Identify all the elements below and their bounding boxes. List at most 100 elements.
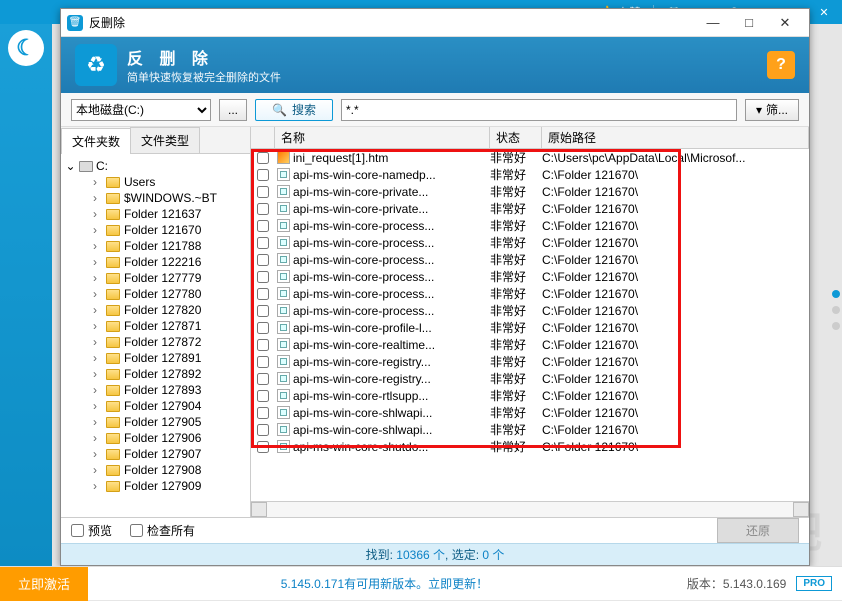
table-row[interactable]: api-ms-win-core-registry...非常好C:\Folder … [251,353,809,370]
filter-button[interactable]: ▾筛... [745,99,799,121]
tree-item[interactable]: ›Folder 127906 [63,430,248,446]
list-body[interactable]: ini_request[1].htm非常好C:\Users\pc\AppData… [251,149,809,501]
table-row[interactable]: api-ms-win-core-shlwapi...非常好C:\Folder 1… [251,421,809,438]
table-row[interactable]: api-ms-win-core-rtlsupp...非常好C:\Folder 1… [251,387,809,404]
horizontal-scrollbar[interactable] [251,501,809,517]
row-checkbox[interactable] [257,373,269,385]
drive-select[interactable]: 本地磁盘(C:) [71,99,211,121]
expand-icon[interactable]: › [93,239,102,253]
table-row[interactable]: api-ms-win-core-realtime...非常好C:\Folder … [251,336,809,353]
table-row[interactable]: api-ms-win-core-process...非常好C:\Folder 1… [251,268,809,285]
tree-item[interactable]: ›Folder 122216 [63,254,248,270]
expand-icon[interactable]: › [93,399,102,413]
col-path[interactable]: 原始路径 [542,127,809,148]
tree-item[interactable]: ›Users [63,174,248,190]
row-checkbox[interactable] [257,322,269,334]
restore-button[interactable]: 还原 [717,518,799,543]
expand-icon[interactable]: › [93,431,102,445]
search-button[interactable]: 🔍搜索 [255,99,333,121]
tree-item[interactable]: ›Folder 127909 [63,478,248,494]
tree-item[interactable]: ›Folder 127780 [63,286,248,302]
expand-icon[interactable]: › [93,271,102,285]
expand-icon[interactable]: › [93,207,102,221]
table-row[interactable]: ini_request[1].htm非常好C:\Users\pc\AppData… [251,149,809,166]
expand-icon[interactable]: › [93,255,102,269]
expand-icon[interactable]: › [93,479,102,493]
tree-item[interactable]: ›$WINDOWS.~BT [63,190,248,206]
expand-icon[interactable]: › [93,303,102,317]
row-checkbox[interactable] [257,339,269,351]
collapse-icon[interactable]: ⌄ [65,159,76,173]
tree-item[interactable]: ›Folder 127904 [63,398,248,414]
tree-item[interactable]: ›Folder 121637 [63,206,248,222]
row-checkbox[interactable] [257,390,269,402]
tree-item[interactable]: ›Folder 127779 [63,270,248,286]
tree-item[interactable]: ›Folder 127872 [63,334,248,350]
row-checkbox[interactable] [257,186,269,198]
row-checkbox[interactable] [257,271,269,283]
tree-item[interactable]: ›Folder 127905 [63,414,248,430]
table-row[interactable]: api-ms-win-core-namedp...非常好C:\Folder 12… [251,166,809,183]
table-row[interactable]: api-ms-win-core-process...非常好C:\Folder 1… [251,285,809,302]
table-row[interactable]: api-ms-win-core-profile-l...非常好C:\Folder… [251,319,809,336]
expand-icon[interactable]: › [93,415,102,429]
col-status[interactable]: 状态 [490,127,542,148]
table-row[interactable]: api-ms-win-core-process...非常好C:\Folder 1… [251,234,809,251]
col-name[interactable]: 名称 [275,127,490,148]
tree-item[interactable]: ›Folder 127820 [63,302,248,318]
row-checkbox[interactable] [257,254,269,266]
tab-file-type[interactable]: 文件类型 [130,127,200,153]
table-row[interactable]: api-ms-win-core-process...非常好C:\Folder 1… [251,217,809,234]
tree-item[interactable]: ›Folder 121788 [63,238,248,254]
dialog-maximize-button[interactable]: □ [731,12,767,34]
row-checkbox[interactable] [257,152,269,164]
row-checkbox[interactable] [257,407,269,419]
tree-item[interactable]: ›Folder 121670 [63,222,248,238]
pattern-input[interactable] [341,99,737,121]
tab-folder-count[interactable]: 文件夹数 [61,128,131,154]
close-button[interactable]: ✕ [810,3,838,21]
dialog-close-button[interactable]: ✕ [767,12,803,34]
banner-help-button[interactable]: ? [767,51,795,79]
expand-icon[interactable]: › [93,463,102,477]
expand-icon[interactable]: › [93,191,102,205]
table-row[interactable]: api-ms-win-core-process...非常好C:\Folder 1… [251,251,809,268]
dialog-minimize-button[interactable]: — [695,12,731,34]
table-row[interactable]: api-ms-win-core-registry...非常好C:\Folder … [251,370,809,387]
row-checkbox[interactable] [257,203,269,215]
expand-icon[interactable]: › [93,287,102,301]
folder-tree[interactable]: ⌄ C: ›Users›$WINDOWS.~BT›Folder 121637›F… [61,154,250,517]
row-checkbox[interactable] [257,237,269,249]
preview-checkbox[interactable]: 预览 [71,522,112,539]
expand-icon[interactable]: › [93,335,102,349]
expand-icon[interactable]: › [93,367,102,381]
tree-item[interactable]: ›Folder 127891 [63,350,248,366]
table-row[interactable]: api-ms-win-core-process...非常好C:\Folder 1… [251,302,809,319]
check-all-checkbox[interactable]: 检查所有 [130,522,195,539]
expand-icon[interactable]: › [93,223,102,237]
tree-item[interactable]: ›Folder 127892 [63,366,248,382]
expand-icon[interactable]: › [93,319,102,333]
row-checkbox[interactable] [257,220,269,232]
tree-item[interactable]: ›Folder 127907 [63,446,248,462]
expand-icon[interactable]: › [93,447,102,461]
tree-root[interactable]: ⌄ C: [63,158,248,174]
expand-icon[interactable]: › [93,351,102,365]
row-checkbox[interactable] [257,288,269,300]
expand-icon[interactable]: › [93,175,102,189]
row-checkbox[interactable] [257,356,269,368]
row-checkbox[interactable] [257,169,269,181]
tree-item[interactable]: ›Folder 127871 [63,318,248,334]
browse-button[interactable]: ... [219,99,247,121]
row-checkbox[interactable] [257,305,269,317]
table-row[interactable]: api-ms-win-core-private...非常好C:\Folder 1… [251,183,809,200]
row-checkbox[interactable] [257,424,269,436]
expand-icon[interactable]: › [93,383,102,397]
table-row[interactable]: api-ms-win-core-private...非常好C:\Folder 1… [251,200,809,217]
table-row[interactable]: api-ms-win-core-shlwapi...非常好C:\Folder 1… [251,404,809,421]
tree-item[interactable]: ›Folder 127908 [63,462,248,478]
tree-item[interactable]: ›Folder 127893 [63,382,248,398]
activate-button[interactable]: 立即激活 [0,567,88,601]
update-link[interactable]: 5.145.0.171有可用新版本。立即更新！ [88,575,681,592]
row-checkbox[interactable] [257,441,269,453]
